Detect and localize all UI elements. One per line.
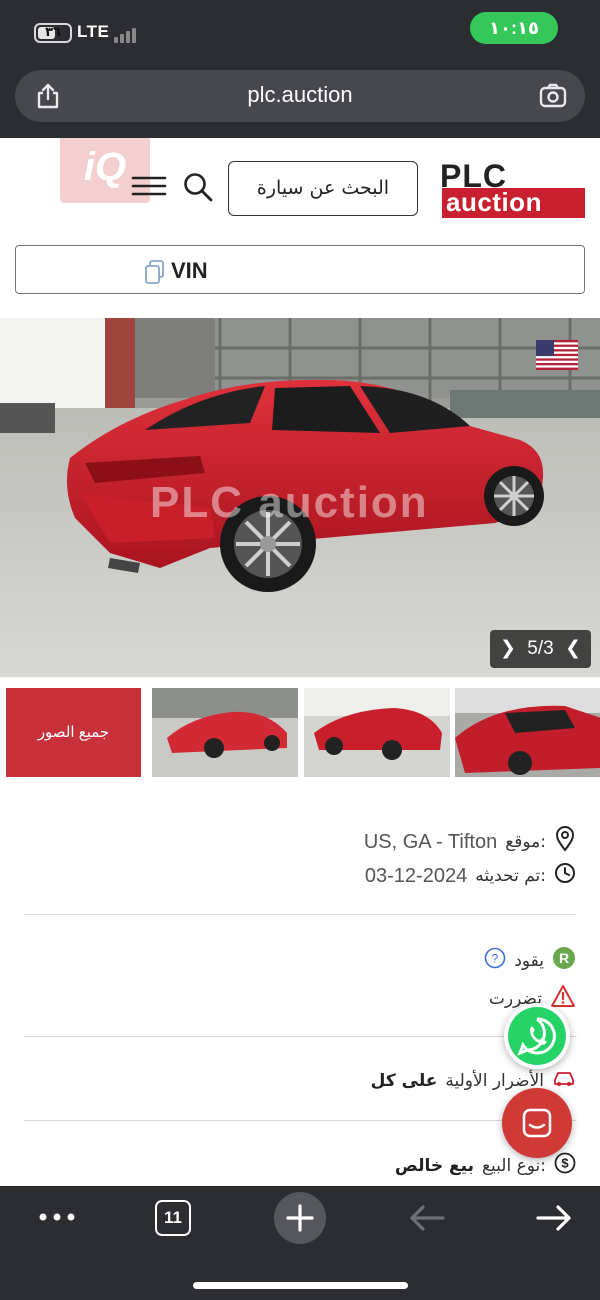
search-icon[interactable] — [182, 171, 214, 208]
divider — [24, 1036, 576, 1037]
forward-arrow-icon[interactable] — [535, 1203, 573, 1238]
menu-icon[interactable] — [131, 175, 167, 202]
location-pin-icon — [554, 826, 576, 858]
vin-label: VIN — [171, 258, 208, 283]
whatsapp-icon — [517, 1017, 556, 1056]
updated-value: 03-12-2024 — [364, 864, 468, 887]
location-value: US, GA - Tifton — [363, 830, 498, 853]
clock-icon — [554, 862, 576, 890]
thumbnail-3[interactable] — [455, 688, 600, 777]
svg-text:R: R — [559, 950, 569, 966]
address-bar[interactable]: plc.auction — [15, 70, 585, 122]
svg-text:?: ? — [492, 952, 499, 966]
plus-icon — [286, 1204, 314, 1232]
phone-screen: ٣٦ LTE ١٠:١٥ plc.auction iQ البحث عن سيا… — [0, 0, 600, 1300]
tabs-button[interactable]: 11 — [155, 1200, 191, 1236]
battery-level: ٣٦ — [45, 24, 61, 39]
next-arrow-icon[interactable]: ❯ — [500, 630, 516, 668]
us-flag-icon — [536, 340, 578, 375]
prev-arrow-icon[interactable]: ❮ — [565, 630, 581, 668]
chat-icon — [522, 1108, 552, 1138]
visual-lookup-icon[interactable] — [539, 83, 567, 114]
status-bar: ٣٦ LTE ١٠:١٥ — [0, 0, 600, 64]
thumbnail-strip: جميع الصور — [0, 688, 600, 778]
back-arrow-icon[interactable] — [408, 1203, 446, 1238]
signal-icon — [114, 25, 136, 43]
all-photos-button[interactable]: جميع الصور — [6, 688, 141, 777]
location-label: موقع: — [505, 832, 546, 852]
gallery-counter[interactable]: ❯ 5/3 ❮ — [490, 630, 591, 668]
image-watermark: PLC auction — [150, 478, 429, 527]
car-photo-main[interactable]: PLC auction ❯ 5/3 ❮ — [0, 318, 600, 677]
thumbnail-2[interactable] — [304, 688, 450, 777]
updated-row: تم تحديثه: 03-12-2024 — [365, 862, 576, 890]
gallery-counter-text: 5/3 — [527, 638, 554, 659]
updated-label: تم تحديثه: — [475, 866, 546, 886]
sale-type-value: بيع خالص — [394, 1156, 474, 1176]
vin-copy-button[interactable]: VIN — [15, 245, 585, 294]
runs-label: يقود — [514, 951, 544, 971]
copy-icon — [144, 259, 166, 290]
whatsapp-button[interactable] — [504, 1003, 570, 1069]
runs-badge-icon: R — [552, 946, 576, 976]
home-indicator — [193, 1282, 408, 1289]
battery-icon: ٣٦ — [34, 23, 72, 43]
sale-type-label: نوع البيع: — [481, 1156, 546, 1176]
more-icon[interactable] — [38, 1210, 76, 1228]
search-car-button[interactable]: البحث عن سيارة — [228, 161, 418, 216]
primary-damage-value: على كل — [370, 1071, 438, 1091]
plc-auction-logo[interactable]: PLC auction — [440, 158, 585, 218]
chat-button[interactable] — [502, 1088, 572, 1158]
site-header: iQ البحث عن سيارة PLC auction — [0, 138, 600, 238]
browser-toolbar: 11 — [0, 1186, 600, 1300]
divider — [24, 1120, 576, 1121]
network-type: LTE — [77, 22, 110, 41]
status-time[interactable]: ١٠:١٥ — [470, 12, 558, 44]
new-tab-button[interactable] — [274, 1192, 326, 1244]
url-text[interactable]: plc.auction — [15, 82, 585, 108]
thumbnail-1[interactable] — [152, 688, 298, 777]
location-row: موقع: US, GA - Tifton — [364, 826, 576, 858]
divider — [24, 914, 576, 915]
tab-count: 11 — [164, 1208, 182, 1227]
help-icon[interactable]: ? — [484, 947, 506, 975]
runs-row: R يقود ? — [484, 946, 576, 976]
